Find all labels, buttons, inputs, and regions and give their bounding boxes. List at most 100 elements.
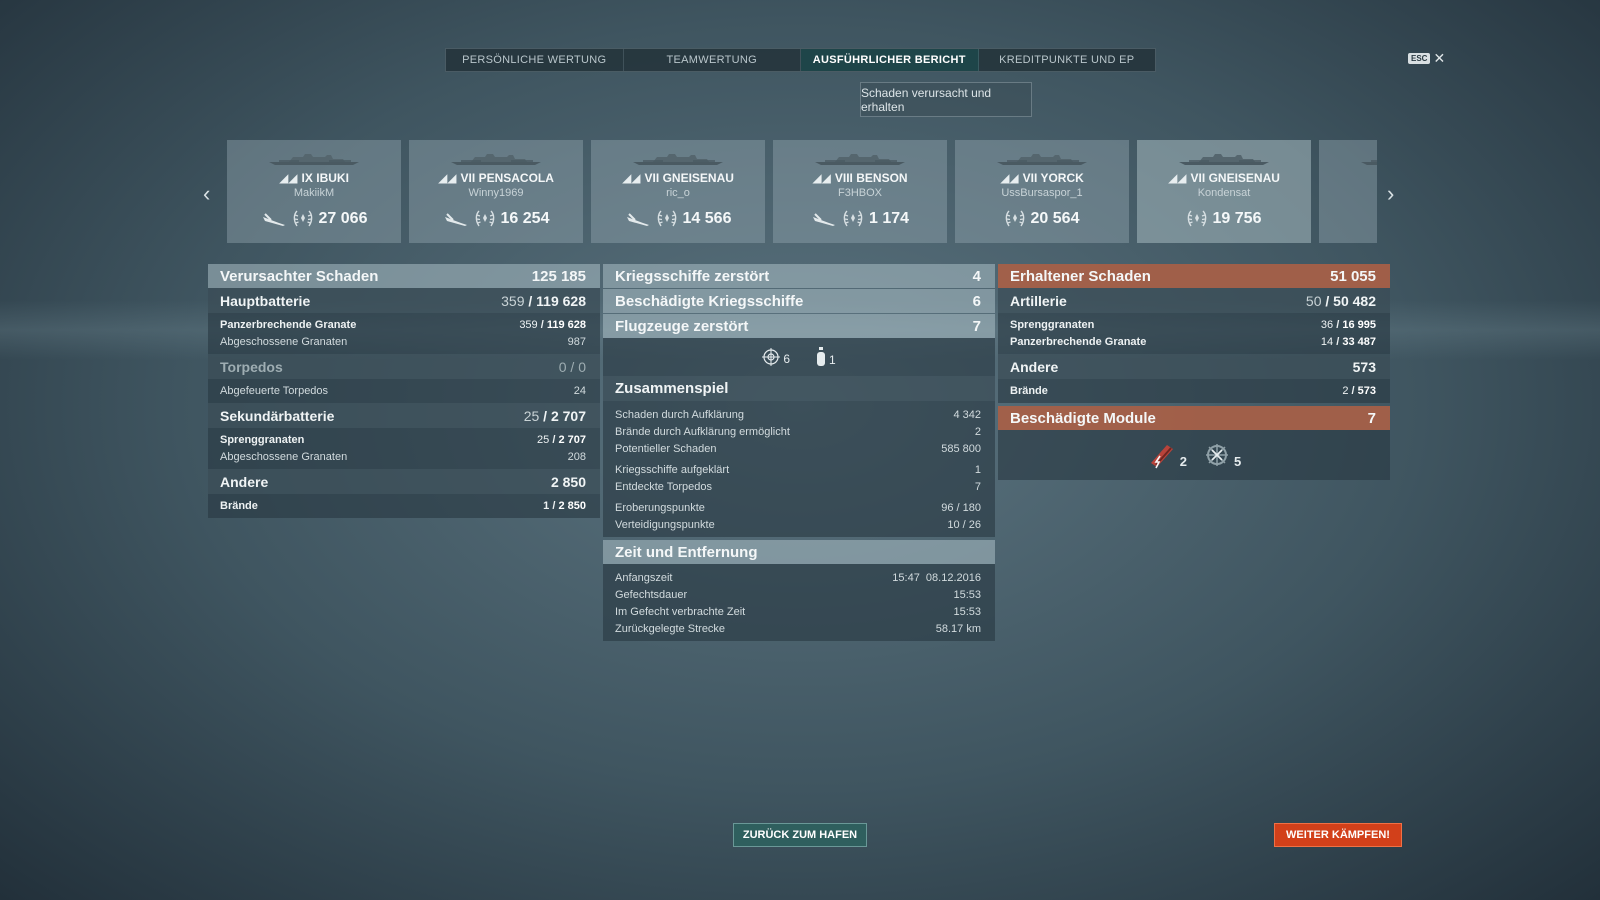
player-name: UssBursaspor_1 [1001, 187, 1083, 199]
ship-tier: VII [1022, 171, 1038, 185]
list-item: Zurückgelegte Strecke 58.17 km [615, 622, 981, 635]
bomber-icon [817, 347, 825, 366]
torpedo-value: 0 / 0 [558, 358, 586, 375]
time-distance-rows: Anfangszeit 15:47 08.12.2016 Gefechtsdaue… [603, 564, 995, 641]
catapult-plane-icon [262, 213, 285, 226]
list-item: Gefechtsdauer 15:53 [615, 588, 981, 601]
artillery-rows: Sprenggranaten 36 / 16 995 Panzerbrechend… [998, 313, 1390, 354]
tab-personal-score[interactable]: PERSÖNLICHE WERTUNG [446, 49, 624, 71]
torpedo-label: Torpedos [220, 358, 283, 375]
dealt-damage-header: Verursachter Schaden 125 185 [208, 264, 600, 288]
catapult-plane-icon [626, 213, 649, 226]
tab-detailed-report[interactable]: AUSFÜHRLICHER BERICHT [801, 49, 979, 71]
list-item: Panzerbrechende Granate 359 / 119 628 [220, 318, 586, 331]
teamwork-header: Zusammenspiel [603, 376, 995, 401]
ship-title: YORCK [1040, 171, 1084, 185]
secondary-battery-value: 25 / 2 707 [523, 407, 586, 424]
list-item: Anfangszeit 15:47 08.12.2016 [615, 571, 981, 584]
close-icon: ✕ [1433, 50, 1446, 66]
dealt-damage-title: Verursachter Schaden [220, 267, 379, 285]
secondary-battery-label: Sekundärbatterie [220, 407, 335, 424]
planes-destroyed-header: Flugzeuge zerstört 7 [603, 314, 995, 338]
ship-tier: VII [460, 171, 476, 185]
ship-card[interactable]: ◢◢ IX IBUKI MakiikM 27 066 [227, 140, 401, 243]
list-item: Abgeschossene Granaten 987 [220, 335, 586, 348]
ship-damage: 1 174 [868, 210, 910, 227]
ship-name: ◢◢ IX IBUKI [227, 171, 401, 185]
list-item: Eroberungspunkte 96 / 180 [615, 501, 981, 514]
list-item: Brände 2 / 573 [1010, 384, 1376, 397]
catapult-plane-icon [812, 213, 835, 226]
tab-credits-xp[interactable]: KREDITPUNKTE UND EP [979, 49, 1156, 71]
received-other-header: Andere 573 [998, 354, 1390, 379]
ship-card[interactable]: ◢◢ VII GNEISENAU ric_o 14 566 [591, 140, 765, 243]
ship-card[interactable]: ◢◢ VII YORCK UssBursaspor_1 20 564 [955, 140, 1129, 243]
ship-tier: IX [301, 171, 313, 185]
ship-class-icon: ◢◢ [622, 171, 641, 185]
ship-title: GNEISENAU [662, 171, 734, 185]
ship-name: ◢◢ VII GNEISENAU [591, 171, 765, 185]
list-item: Sprenggranaten 36 / 16 995 [1010, 318, 1376, 331]
report-type-dropdown[interactable]: Schaden verursacht und erhalten [860, 82, 1032, 117]
list-item: Im Gefecht verbrachte Zeit 15:53 [615, 605, 981, 618]
fighter-count: 6 [762, 348, 790, 366]
ship-damage: 20 564 [1030, 210, 1080, 227]
list-item: Potentieller Schaden 585 800 [615, 442, 981, 455]
ship-card[interactable]: ◢◢ VII PENSACOLA Winny1969 16 254 [409, 140, 583, 243]
ship-title: GNEISENAU [1208, 171, 1280, 185]
ship-damage: 19 756 [1212, 210, 1262, 227]
dealt-other-value: 2 850 [550, 473, 586, 490]
list-item: Brände 1 / 2 850 [220, 499, 586, 512]
ship-class-icon: ◢◢ [438, 171, 457, 185]
main-battery-rows: Panzerbrechende Granate 359 / 119 628 Abg… [208, 313, 600, 354]
ship-name: ◢◢ VII YORCK [955, 171, 1129, 185]
received-damage-header: Erhaltener Schaden 51 055 [998, 264, 1390, 288]
secondary-battery-rows: Sprenggranaten 25 / 2 707 Abgeschossene G… [208, 428, 600, 469]
esc-close-button[interactable]: ESC ✕ [1408, 50, 1446, 66]
ship-card-partial[interactable] [1319, 140, 1377, 243]
gun-module-count: 2 [1147, 441, 1187, 469]
ship-name: ◢◢ VIII BENSON [773, 171, 947, 185]
damaged-modules-header: Beschädigte Module 7 [998, 406, 1390, 430]
continue-fighting-button[interactable]: WEITER KÄMPFEN! [1274, 823, 1402, 847]
player-name: MakiikM [293, 187, 335, 199]
ship-title: BENSON [856, 171, 908, 185]
received-damage-panel: Erhaltener Schaden 51 055 Artillerie 50 /… [998, 264, 1390, 480]
list-item: Kriegsschiffe aufgeklärt 1 [615, 463, 981, 476]
esc-key-icon: ESC [1408, 52, 1431, 64]
ship-class-icon: ◢◢ [279, 171, 298, 185]
battle-stats-panel: Kriegsschiffe zerstört 4 Beschädigte Krie… [603, 264, 995, 641]
ship-carousel: ◢◢ IX IBUKI MakiikM 27 066 ◢◢ VII PENSACOLA Wi… [227, 140, 1377, 244]
back-to-port-button[interactable]: ZURÜCK ZUM HAFEN [733, 823, 867, 847]
damage-wreath-icon [293, 210, 312, 227]
main-battery-value: 359 / 119 628 [501, 292, 586, 309]
torpedo-header: Torpedos 0 / 0 [208, 354, 600, 379]
tab-team-score[interactable]: TEAMWERTUNG [624, 49, 801, 71]
dealt-other-rows: Brände 1 / 2 850 [208, 494, 600, 518]
list-item: Abgeschossene Granaten 208 [220, 450, 586, 463]
list-item: Sprenggranaten 25 / 2 707 [220, 433, 586, 446]
main-battery-header: Hauptbatterie 359 / 119 628 [208, 288, 600, 313]
ship-damage: 16 254 [500, 210, 550, 227]
dealt-damage-total: 125 185 [531, 267, 586, 285]
player-name: ric_o [666, 187, 690, 199]
player-name: Winny1969 [468, 187, 524, 199]
ship-card[interactable]: ◢◢ VII GNEISENAU Kondensat 19 756 [1137, 140, 1311, 243]
ship-tier: VII [1190, 171, 1206, 185]
carousel-next-arrow-icon[interactable]: › [1387, 181, 1394, 207]
ship-title: IBUKI [316, 171, 349, 185]
ship-tier: VII [644, 171, 660, 185]
kills-header: Kriegsschiffe zerstört 4 [603, 264, 995, 288]
tab-bar: PERSÖNLICHE WERTUNG TEAMWERTUNG AUSFÜHRL… [445, 48, 1156, 72]
damage-wreath-icon [1005, 210, 1024, 227]
damage-wreath-icon [657, 210, 676, 227]
received-other-rows: Brände 2 / 573 [998, 379, 1390, 403]
ship-class-icon: ◢◢ [812, 171, 831, 185]
carousel-prev-arrow-icon[interactable]: ‹ [203, 181, 210, 207]
time-distance-header: Zeit und Entfernung [603, 540, 995, 564]
catapult-plane-icon [444, 213, 467, 226]
ship-card[interactable]: ◢◢ VIII BENSON F3HBOX 1 174 [773, 140, 947, 243]
ship-damage: 14 566 [682, 210, 732, 227]
dealt-damage-panel: Verursachter Schaden 125 185 Hauptbatter… [208, 264, 600, 518]
ship-damage: 27 066 [318, 210, 368, 227]
